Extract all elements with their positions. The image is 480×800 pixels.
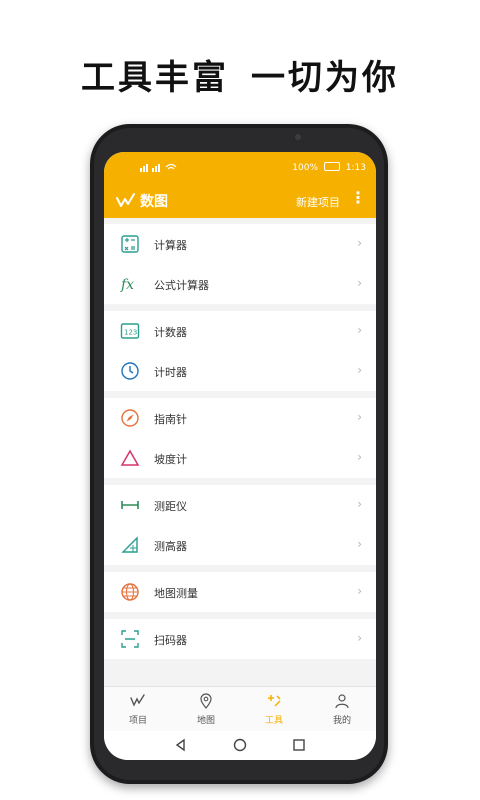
nav-label: 地图: [196, 716, 215, 726]
tools-group: 扫码器 ›: [104, 619, 376, 659]
tools-group: 测距仪 › 测高器 ›: [104, 485, 376, 565]
chevron-right-icon: ›: [357, 323, 362, 337]
bottom-nav: 项目 地图 工具 我的: [104, 686, 376, 731]
app-logo-icon: [116, 193, 135, 207]
chevron-right-icon: ›: [357, 537, 362, 551]
tool-item-fx[interactable]: fx 公式计算器 ›: [104, 264, 376, 304]
more-menu-icon[interactable]: ⋮: [350, 190, 366, 206]
nav-label: 我的: [332, 716, 351, 726]
counter-123-icon: 123: [120, 321, 140, 341]
ruler-icon: [120, 495, 140, 515]
tool-item-scan[interactable]: 扫码器 ›: [104, 619, 376, 659]
chevron-right-icon: ›: [357, 450, 362, 464]
tool-label: 指南针: [154, 413, 187, 426]
tool-item-triangle[interactable]: 坡度计 ›: [104, 438, 376, 478]
home-icon[interactable]: [233, 738, 247, 752]
back-icon[interactable]: [174, 738, 188, 752]
triangle-icon: [120, 448, 140, 468]
phone-screen: 100% 1:13 数图 新建项目 ⋮ 计算器 › fx 公式计算器 › 123 计数器 › 计…: [104, 152, 376, 760]
nav-label: 工具: [264, 716, 283, 726]
headline-right: 一切为你: [251, 58, 399, 98]
tool-item-globe[interactable]: 地图测量 ›: [104, 572, 376, 612]
chevron-right-icon: ›: [357, 363, 362, 377]
front-camera: [295, 134, 301, 140]
app-bar: 数图 新建项目 ⋮: [104, 182, 376, 218]
svg-text:fx: fx: [120, 277, 134, 293]
tools-group: 123 计数器 › 计时器 ›: [104, 311, 376, 391]
tool-label: 公式计算器: [154, 279, 209, 292]
promo-headline: 工具丰富 一切为你: [0, 50, 480, 99]
location-pin-icon: [198, 693, 214, 709]
nav-item-project-logo[interactable]: 项目: [104, 687, 172, 731]
chevron-right-icon: ›: [357, 236, 362, 250]
chevron-right-icon: ›: [357, 276, 362, 290]
recents-icon[interactable]: [292, 738, 306, 752]
nav-label: 项目: [128, 716, 147, 726]
tool-item-clock[interactable]: 计时器 ›: [104, 351, 376, 391]
status-bar: 100% 1:13: [104, 152, 376, 182]
status-right: 100% 1:13: [292, 162, 366, 173]
clock-icon: [120, 361, 140, 381]
new-project-button[interactable]: 新建项目: [296, 194, 340, 210]
svg-text:123: 123: [124, 329, 137, 337]
tool-item-height[interactable]: 测高器 ›: [104, 525, 376, 565]
nav-item-person[interactable]: 我的: [308, 687, 376, 731]
status-signal: [140, 162, 180, 175]
fx-icon: fx: [120, 274, 140, 294]
chevron-right-icon: ›: [357, 410, 362, 424]
tools-group: 计算器 › fx 公式计算器 ›: [104, 224, 376, 304]
tool-label: 计时器: [154, 366, 187, 379]
height-icon: [120, 535, 140, 555]
nav-item-tools[interactable]: 工具: [240, 687, 308, 731]
battery-icon: [323, 162, 340, 171]
tools-group: 指南针 › 坡度计 ›: [104, 398, 376, 478]
tool-label: 坡度计: [154, 453, 187, 466]
tools-group: 地图测量 ›: [104, 572, 376, 612]
tools-icon: [266, 693, 282, 709]
status-time: 1:13: [345, 163, 366, 173]
tool-item-counter-123[interactable]: 123 计数器 ›: [104, 311, 376, 351]
chevron-right-icon: ›: [357, 584, 362, 598]
tool-item-ruler[interactable]: 测距仪 ›: [104, 485, 376, 525]
project-logo-icon: [130, 693, 146, 709]
battery-percent: 100%: [292, 163, 319, 173]
chevron-right-icon: ›: [357, 497, 362, 511]
headline-left: 工具丰富: [81, 58, 229, 98]
tool-label: 地图测量: [154, 587, 198, 600]
app-title: 数图: [140, 194, 168, 210]
tool-label: 扫码器: [154, 634, 187, 647]
chevron-right-icon: ›: [357, 631, 362, 645]
tool-item-calculator[interactable]: 计算器 ›: [104, 224, 376, 264]
tools-list: 计算器 › fx 公式计算器 › 123 计数器 › 计时器 › 指南针 › 坡度计 › 测距仪 › 测高器 › 地…: [104, 224, 376, 666]
tool-label: 计算器: [154, 239, 187, 252]
compass-icon: [120, 408, 140, 428]
tool-label: 测高器: [154, 540, 187, 553]
nav-item-location-pin[interactable]: 地图: [172, 687, 240, 731]
person-icon: [334, 693, 350, 709]
globe-icon: [120, 582, 140, 602]
calculator-icon: [120, 234, 140, 254]
tool-item-compass[interactable]: 指南针 ›: [104, 398, 376, 438]
tool-label: 测距仪: [154, 500, 187, 513]
system-nav-bar: [104, 731, 376, 760]
scan-icon: [120, 629, 140, 649]
tool-label: 计数器: [154, 326, 187, 339]
